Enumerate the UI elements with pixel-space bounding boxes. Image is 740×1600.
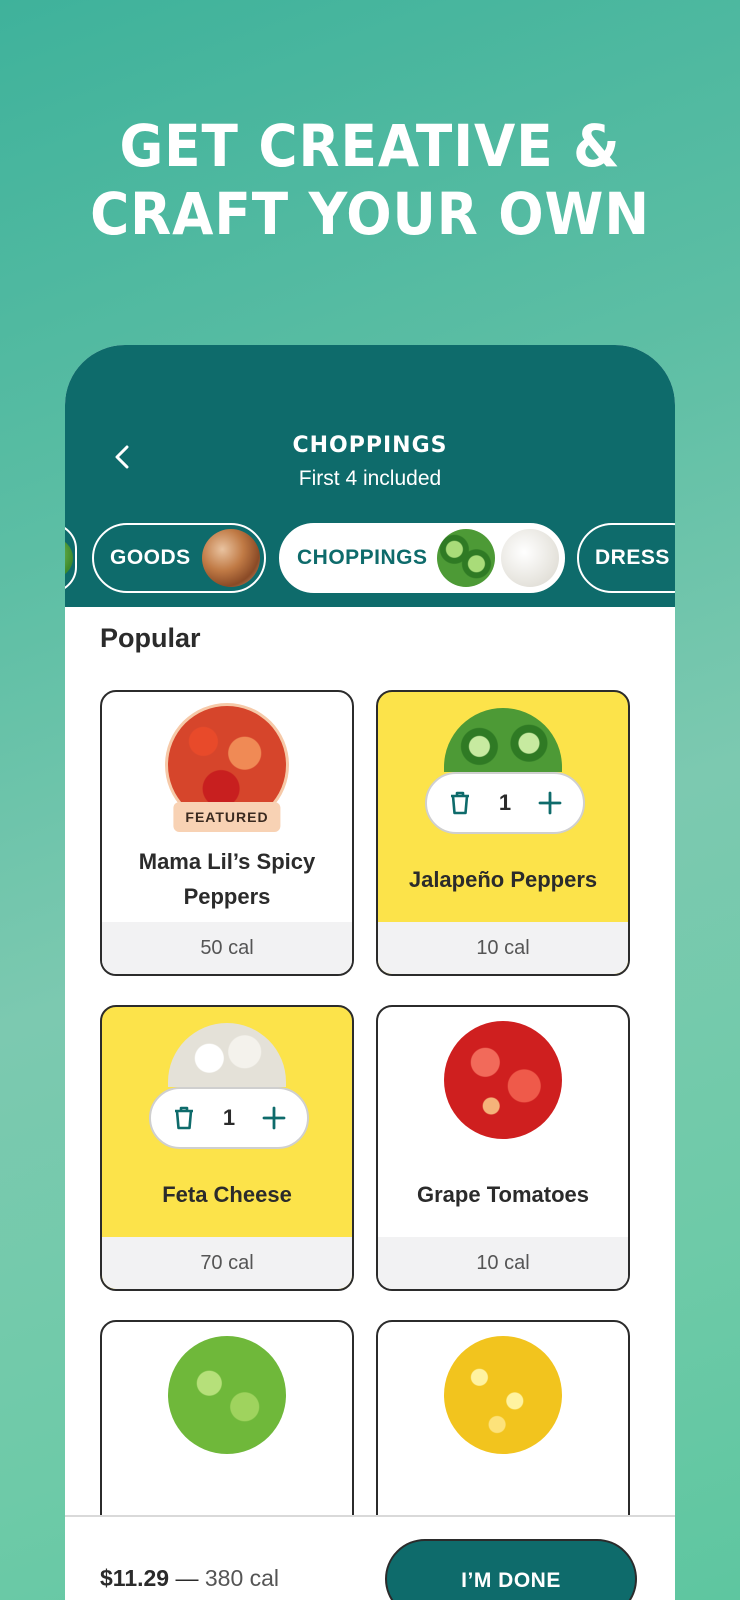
page-subtitle: First 4 included bbox=[298, 467, 442, 490]
jalapeno-image bbox=[444, 708, 562, 772]
ingredient-calories: 10 cal bbox=[378, 1237, 628, 1289]
ingredient-name: Feta Cheese bbox=[162, 1182, 292, 1207]
greens-thumbnail-icon bbox=[65, 538, 73, 578]
category-tab-goods[interactable]: GOODS bbox=[92, 523, 266, 593]
ingredient-card-grape-tomatoes[interactable]: Grape Tomatoes 10 cal bbox=[376, 1005, 630, 1291]
quantity-stepper: 1 bbox=[425, 772, 585, 834]
ingredient-card-mama-lils[interactable]: FEATURED Mama Lil’s Spicy Peppers 50 cal bbox=[100, 690, 354, 976]
category-tab-dressings[interactable]: DRESS bbox=[577, 523, 675, 593]
builder-header: CHOPPINGS First 4 included GOODS CHOPPIN… bbox=[65, 345, 675, 607]
increment-button[interactable] bbox=[535, 788, 565, 818]
ingredient-name: Grape Tomatoes bbox=[417, 1182, 589, 1207]
category-tab-label: CHOPPINGS bbox=[297, 546, 428, 569]
ingredient-name: Mama Lil’s Spicy Peppers bbox=[138, 849, 316, 909]
section-title: Popular bbox=[100, 623, 201, 653]
quantity-stepper: 1 bbox=[149, 1087, 309, 1149]
trash-icon bbox=[451, 791, 469, 815]
order-summary: $11.29 — 380 cal bbox=[100, 1565, 279, 1592]
trash-icon bbox=[175, 1106, 193, 1130]
order-calories: 380 cal bbox=[204, 1565, 280, 1591]
done-button[interactable]: I’M DONE bbox=[385, 1539, 637, 1600]
category-tab-choppings[interactable]: CHOPPINGS bbox=[279, 523, 565, 593]
quantity-value: 1 bbox=[222, 1105, 236, 1130]
phone-screen: CHOPPINGS First 4 included GOODS CHOPPIN… bbox=[65, 345, 675, 1600]
promo-headline: GET CREATIVE & CRAFT YOUR OWN bbox=[30, 112, 711, 248]
feta-thumbnail-icon bbox=[501, 529, 559, 587]
category-tab-previous[interactable] bbox=[65, 523, 77, 593]
ingredient-card-feta[interactable]: 1 Feta Cheese 70 cal bbox=[100, 1005, 354, 1291]
increment-button[interactable] bbox=[259, 1103, 289, 1133]
plus-icon bbox=[538, 791, 562, 815]
corn-image bbox=[444, 1336, 562, 1454]
category-tab-label: DRESS bbox=[595, 546, 670, 569]
page-title: CHOPPINGS bbox=[292, 433, 448, 458]
remove-button[interactable] bbox=[169, 1103, 199, 1133]
ingredient-calories: 50 cal bbox=[102, 922, 352, 974]
ingredient-calories: 70 cal bbox=[102, 1237, 352, 1289]
feta-image bbox=[168, 1023, 286, 1087]
summary-separator: — bbox=[169, 1565, 205, 1591]
celery-image bbox=[168, 1336, 286, 1454]
chicken-thumbnail-icon bbox=[202, 529, 260, 587]
featured-badge: FEATURED bbox=[173, 802, 281, 832]
plus-icon bbox=[262, 1106, 286, 1130]
jalapeno-thumbnail-icon bbox=[437, 529, 495, 587]
headline-line-2: CRAFT YOUR OWN bbox=[90, 180, 650, 248]
headline-line-1: GET CREATIVE & bbox=[119, 112, 621, 180]
category-tab-label: GOODS bbox=[110, 546, 191, 569]
ingredient-card-jalapeno[interactable]: 1 Jalapeño Peppers 10 cal bbox=[376, 690, 630, 976]
ingredient-calories: 10 cal bbox=[378, 922, 628, 974]
category-tabs: GOODS CHOPPINGS DRESS bbox=[65, 523, 675, 595]
order-summary-bar: $11.29 — 380 cal I’M DONE bbox=[65, 1515, 675, 1600]
order-price: $11.29 bbox=[100, 1565, 170, 1591]
grape-tomatoes-image bbox=[444, 1021, 562, 1139]
remove-button[interactable] bbox=[445, 788, 475, 818]
ingredient-name: Jalapeño Peppers bbox=[408, 867, 598, 892]
quantity-value: 1 bbox=[498, 790, 512, 815]
